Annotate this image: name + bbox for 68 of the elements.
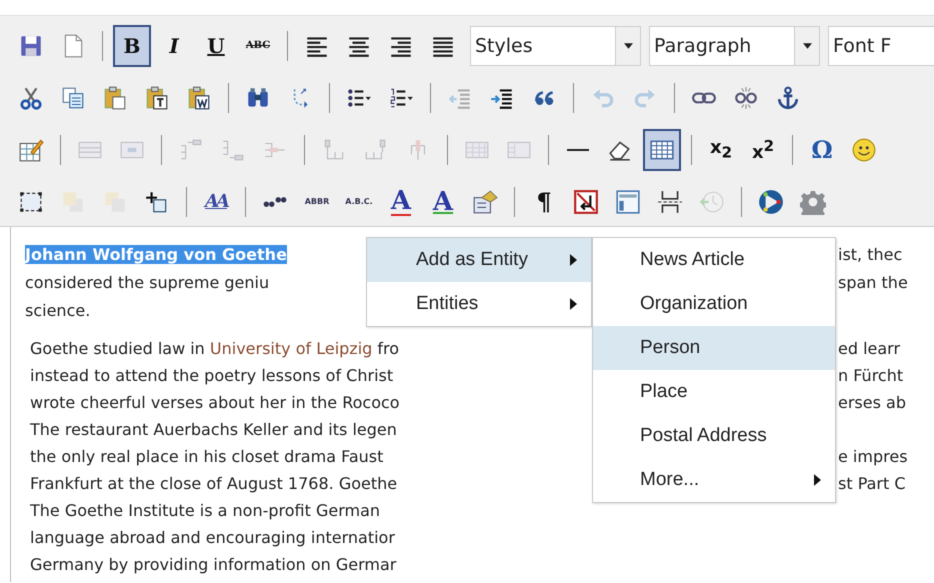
italic-button[interactable]: I bbox=[155, 25, 193, 67]
submenu-arrow-icon bbox=[570, 298, 577, 310]
bold-button[interactable]: B bbox=[113, 25, 151, 67]
strikethrough-button[interactable]: A bbox=[382, 181, 420, 223]
table-pencil-icon bbox=[18, 137, 44, 163]
page-break-icon bbox=[657, 189, 683, 215]
body-text: ist, thec bbox=[838, 244, 904, 266]
menu-item[interactable]: More... bbox=[593, 458, 835, 502]
abbreviation-button[interactable]: ABBR bbox=[298, 181, 336, 223]
strikethrough-button[interactable]: ABC bbox=[239, 25, 277, 67]
body-text: instead to attend the poetry lessons of Christ bbox=[30, 366, 394, 385]
acronym-button[interactable]: A.B.C. bbox=[340, 181, 378, 223]
underline-button[interactable]: U bbox=[197, 25, 235, 67]
subscript-button[interactable]: x$_{2}$ bbox=[702, 129, 740, 171]
broken-link-icon bbox=[733, 85, 759, 111]
body-text: language abroad and encouraging internatior bbox=[30, 528, 395, 547]
menu-item[interactable]: Person bbox=[593, 326, 835, 370]
table-button[interactable] bbox=[643, 129, 681, 171]
body-text: Goethe studied law in bbox=[30, 339, 206, 358]
dropdown[interactable]: Paragraph bbox=[649, 26, 820, 66]
settings-icon bbox=[800, 189, 826, 215]
entity-text: University of Leipzig bbox=[210, 339, 372, 358]
body-text: n Fürcht bbox=[838, 365, 904, 387]
play-logo-icon bbox=[758, 189, 784, 215]
menu-item[interactable]: Organization bbox=[593, 282, 835, 326]
copy-icon bbox=[60, 85, 86, 111]
menu-item[interactable]: News Article bbox=[593, 238, 835, 282]
body-text: st Part C bbox=[838, 473, 907, 495]
menu-item[interactable]: Entities bbox=[367, 282, 591, 326]
scissors-icon bbox=[18, 85, 44, 111]
pilcrow-button[interactable]: ¶ bbox=[525, 181, 563, 223]
paste-icon bbox=[102, 85, 128, 111]
body-text: The restaurant Auerbachs Keller and its legen bbox=[30, 420, 397, 439]
body-text: fro bbox=[376, 339, 400, 358]
body-text: science. bbox=[25, 301, 90, 320]
body-text: span the bbox=[838, 272, 909, 294]
paste-word-icon bbox=[186, 85, 212, 111]
body-text: The Goethe Institute is a non-profit German bbox=[30, 501, 380, 520]
template-icon bbox=[615, 189, 641, 215]
superscript-button[interactable]: x$^{2}$ bbox=[744, 129, 782, 171]
omega-button[interactable]: Ω bbox=[803, 129, 841, 171]
style-button[interactable]: AA bbox=[197, 181, 235, 223]
body-text: e impres bbox=[838, 446, 909, 468]
dropdown[interactable]: Styles bbox=[470, 26, 641, 66]
menu-item[interactable]: Place bbox=[593, 370, 835, 414]
selected-text: Johann Wolfgang von Goethe bbox=[25, 245, 287, 264]
attributes-icon bbox=[472, 189, 498, 215]
anchor-icon bbox=[775, 85, 801, 111]
dropdown[interactable]: Font F bbox=[828, 26, 934, 66]
restore-icon bbox=[699, 189, 725, 215]
body-text: Germany by providing information on Germar bbox=[30, 555, 396, 574]
body-text: erses ab bbox=[838, 392, 907, 414]
horizontal-rule-icon bbox=[565, 149, 591, 151]
menu-item[interactable]: Add as Entity bbox=[367, 238, 591, 282]
body-text: considered the supreme geniu bbox=[25, 273, 270, 292]
submenu-arrow-icon bbox=[814, 474, 821, 486]
caret-icon bbox=[624, 43, 632, 49]
body-text: wrote cheerful verses about her in the Rococo bbox=[30, 393, 400, 412]
body-text: the only real place in his closet drama Faust bbox=[30, 447, 384, 466]
menu-item[interactable]: Postal Address bbox=[593, 414, 835, 458]
nonbreaking-icon bbox=[573, 189, 599, 215]
paste-text-icon bbox=[144, 85, 170, 111]
body-text: ed learr bbox=[838, 338, 902, 360]
smiley-icon bbox=[851, 137, 877, 163]
inserted-text-button[interactable]: A bbox=[424, 181, 462, 223]
submenu-arrow-icon bbox=[570, 254, 577, 266]
body-text: Frankfurt at the close of August 1768. Goethe bbox=[30, 474, 398, 493]
caret-icon bbox=[802, 43, 812, 49]
